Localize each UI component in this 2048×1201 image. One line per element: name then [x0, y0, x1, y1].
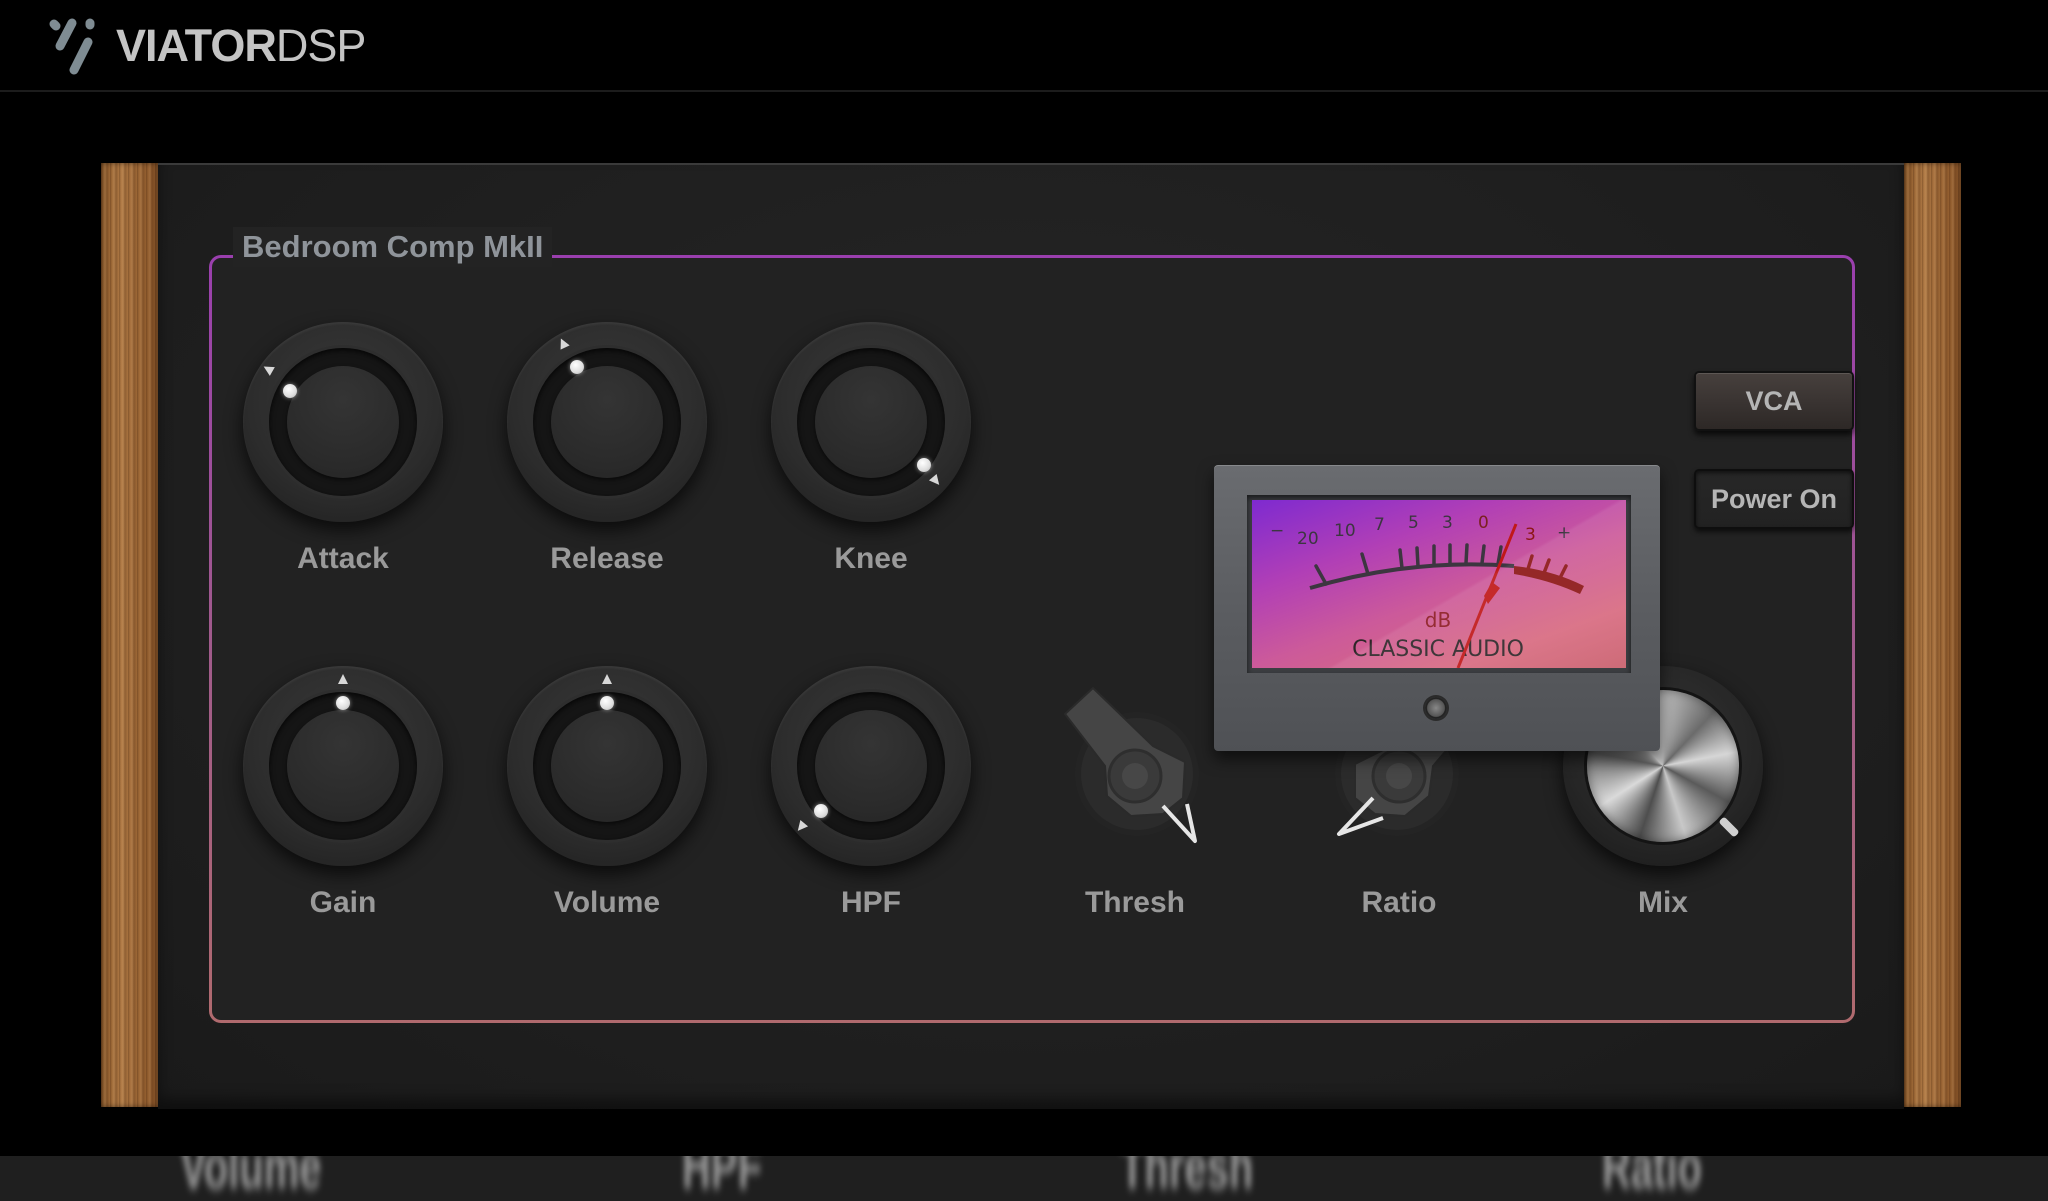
plugin-panel: Bedroom Comp MkII Attack Release Knee Ga… [158, 163, 1904, 1109]
knob-cap [287, 366, 399, 478]
vu-scale-label: 20 [1297, 529, 1319, 549]
knob-indicator-dot [600, 696, 614, 710]
release-knob-control[interactable]: Release [497, 322, 717, 592]
vu-scale-label: + [1557, 523, 1571, 543]
vu-meter-scale: −20 10 7 5 3 0 3 + dB CLASSIC AUDIO [1270, 513, 1584, 668]
thresh-knob[interactable] [1035, 666, 1235, 866]
vu-meter-face: −20 10 7 5 3 0 3 + dB CLASSIC AUDIO [1252, 500, 1626, 668]
brand-name-light: DSP [275, 19, 367, 71]
knob-cap [815, 366, 927, 478]
plugin-window: Bedroom Comp MkII Attack Release Knee Ga… [101, 163, 1961, 1109]
thresh-label: Thresh [1084, 886, 1186, 919]
vu-scale-label: 7 [1374, 515, 1385, 535]
power-on-button[interactable]: Power On [1694, 469, 1854, 529]
release-knob[interactable] [507, 322, 707, 522]
knob-cap [815, 710, 927, 822]
knob-pointer-tick [602, 674, 612, 684]
knee-knob[interactable] [771, 322, 971, 522]
attack-knob[interactable] [243, 322, 443, 522]
vu-scale-label: 5 [1408, 513, 1419, 533]
knob-indicator-dot [283, 384, 297, 398]
vu-meter: −20 10 7 5 3 0 3 + dB CLASSIC AUDIO [1214, 465, 1660, 751]
hpf-knob-control[interactable]: HPF [761, 666, 981, 936]
knob-indicator-dot [814, 804, 828, 818]
viator-slashes-icon [46, 14, 108, 76]
meter-zero-adjust-screw[interactable] [1425, 697, 1447, 719]
knob-pointer-tick [338, 674, 348, 684]
volume-knob[interactable] [507, 666, 707, 866]
vca-button[interactable]: VCA [1694, 371, 1854, 431]
wood-side-panel-right [1904, 163, 1961, 1107]
wood-side-panel-left [101, 163, 158, 1107]
vu-scale-label: 3 [1525, 525, 1536, 545]
attack-label: Attack [297, 542, 389, 575]
thresh-knob-control[interactable]: Thresh [1025, 666, 1245, 936]
knob-cap [551, 710, 663, 822]
brand-name: VIATORDSP [116, 19, 367, 71]
mix-label: Mix [1637, 886, 1688, 919]
ghost-label: Ratio [1602, 1156, 1702, 1201]
bottom-reflection-strip: Volume HPF Thresh Ratio [0, 1156, 2048, 1201]
vu-meter-window: −20 10 7 5 3 0 3 + dB CLASSIC AUDIO [1247, 495, 1631, 673]
release-label: Release [550, 542, 664, 575]
volume-knob-control[interactable]: Volume [497, 666, 717, 936]
ghost-label: HPF [682, 1156, 762, 1201]
vu-scale-label: 0 [1478, 513, 1489, 533]
ghost-label: Thresh [1120, 1156, 1254, 1201]
gain-knob-control[interactable]: Gain [233, 666, 453, 936]
knee-label: Knee [834, 542, 908, 575]
gain-label: Gain [309, 886, 377, 919]
hpf-label: HPF [841, 886, 901, 919]
volume-label: Volume [553, 886, 661, 919]
vu-brand-label: CLASSIC AUDIO [1352, 637, 1524, 662]
ratio-label: Ratio [1361, 886, 1437, 919]
knob-cap [551, 366, 663, 478]
gain-knob[interactable] [243, 666, 443, 866]
hpf-knob[interactable] [771, 666, 971, 866]
ghost-label: Volume [180, 1156, 322, 1201]
knob-cap [287, 710, 399, 822]
plugin-title: Bedroom Comp MkII [233, 227, 553, 267]
vu-scale-label: 10 [1334, 521, 1356, 541]
brand-name-bold: VIATOR [116, 19, 277, 71]
knob-indicator-dot [336, 696, 350, 710]
knob-indicator-dot [917, 458, 931, 472]
top-header: VIATORDSP [0, 0, 2048, 92]
brand-logo[interactable]: VIATORDSP [46, 14, 367, 76]
knee-knob-control[interactable]: Knee [761, 322, 981, 592]
vu-scale-label: − [1270, 521, 1284, 541]
attack-knob-control[interactable]: Attack [233, 322, 453, 592]
knob-indicator-dot [570, 360, 584, 374]
vu-unit-label: dB [1425, 608, 1451, 632]
vu-scale-label: 3 [1442, 513, 1453, 533]
